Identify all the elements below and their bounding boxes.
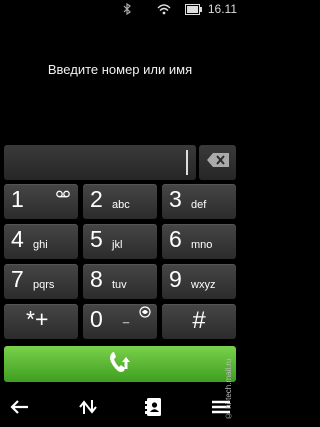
- voicemail-icon: [56, 185, 70, 203]
- key-digit: 3: [169, 186, 182, 212]
- key-letters: def: [191, 199, 207, 211]
- key-4[interactable]: 4 ghi: [4, 224, 78, 259]
- key-digit: 1: [11, 186, 24, 212]
- key-digit: *+: [26, 306, 49, 332]
- key-digit: 0: [90, 306, 103, 332]
- key-7[interactable]: 7 pqrs: [4, 264, 78, 299]
- back-arrow-icon: [10, 399, 30, 419]
- call-button[interactable]: [4, 346, 236, 382]
- key-digit: 6: [169, 226, 182, 252]
- text-cursor: [186, 150, 188, 175]
- key-1[interactable]: 1: [4, 184, 78, 219]
- clock: 16.11: [207, 2, 237, 16]
- wifi-icon: [157, 2, 171, 20]
- contacts-icon: [145, 397, 163, 422]
- key-letters: tuv: [112, 279, 127, 291]
- key-8[interactable]: 8 tuv: [83, 264, 157, 299]
- backspace-button[interactable]: [199, 145, 236, 180]
- transfer-button[interactable]: [72, 395, 104, 423]
- key-5[interactable]: 5 jkl: [83, 224, 157, 259]
- key-letters: mno: [191, 239, 213, 251]
- key-letters: wxyz: [191, 279, 216, 291]
- battery-icon: [185, 2, 202, 20]
- transfer-icon: [78, 399, 98, 420]
- key-letters: _: [123, 312, 130, 324]
- status-bar: 16.11: [0, 0, 240, 18]
- bluetooth-icon: [123, 2, 131, 20]
- key-digit: 9: [169, 266, 182, 292]
- key-6[interactable]: 6 mno: [162, 224, 236, 259]
- key-letters: pqrs: [33, 279, 55, 291]
- key-digit: 4: [11, 226, 24, 252]
- call-icon: [109, 349, 131, 380]
- key-3[interactable]: 3 def: [162, 184, 236, 219]
- key-9[interactable]: 9 wxyz: [162, 264, 236, 299]
- back-button[interactable]: [4, 395, 36, 423]
- backspace-icon: [206, 153, 229, 172]
- number-input[interactable]: [4, 145, 196, 180]
- key-star[interactable]: *+: [4, 304, 78, 339]
- key-letters: ghi: [33, 239, 48, 251]
- watermark: © hi-tech.mail.ru: [224, 358, 233, 420]
- bottom-toolbar: [0, 392, 240, 427]
- key-digit: 5: [90, 226, 103, 252]
- key-2[interactable]: 2 abc: [83, 184, 157, 219]
- key-0[interactable]: 0 _: [83, 304, 157, 339]
- key-digit: 2: [90, 186, 103, 212]
- key-letters: abc: [112, 199, 130, 211]
- globe-icon: [139, 305, 151, 323]
- key-digit: 8: [90, 266, 103, 292]
- key-digit: 7: [11, 266, 24, 292]
- key-letters: jkl: [112, 239, 123, 251]
- contacts-button[interactable]: [138, 395, 170, 423]
- dialer-prompt: Введите номер или имя: [47, 62, 193, 77]
